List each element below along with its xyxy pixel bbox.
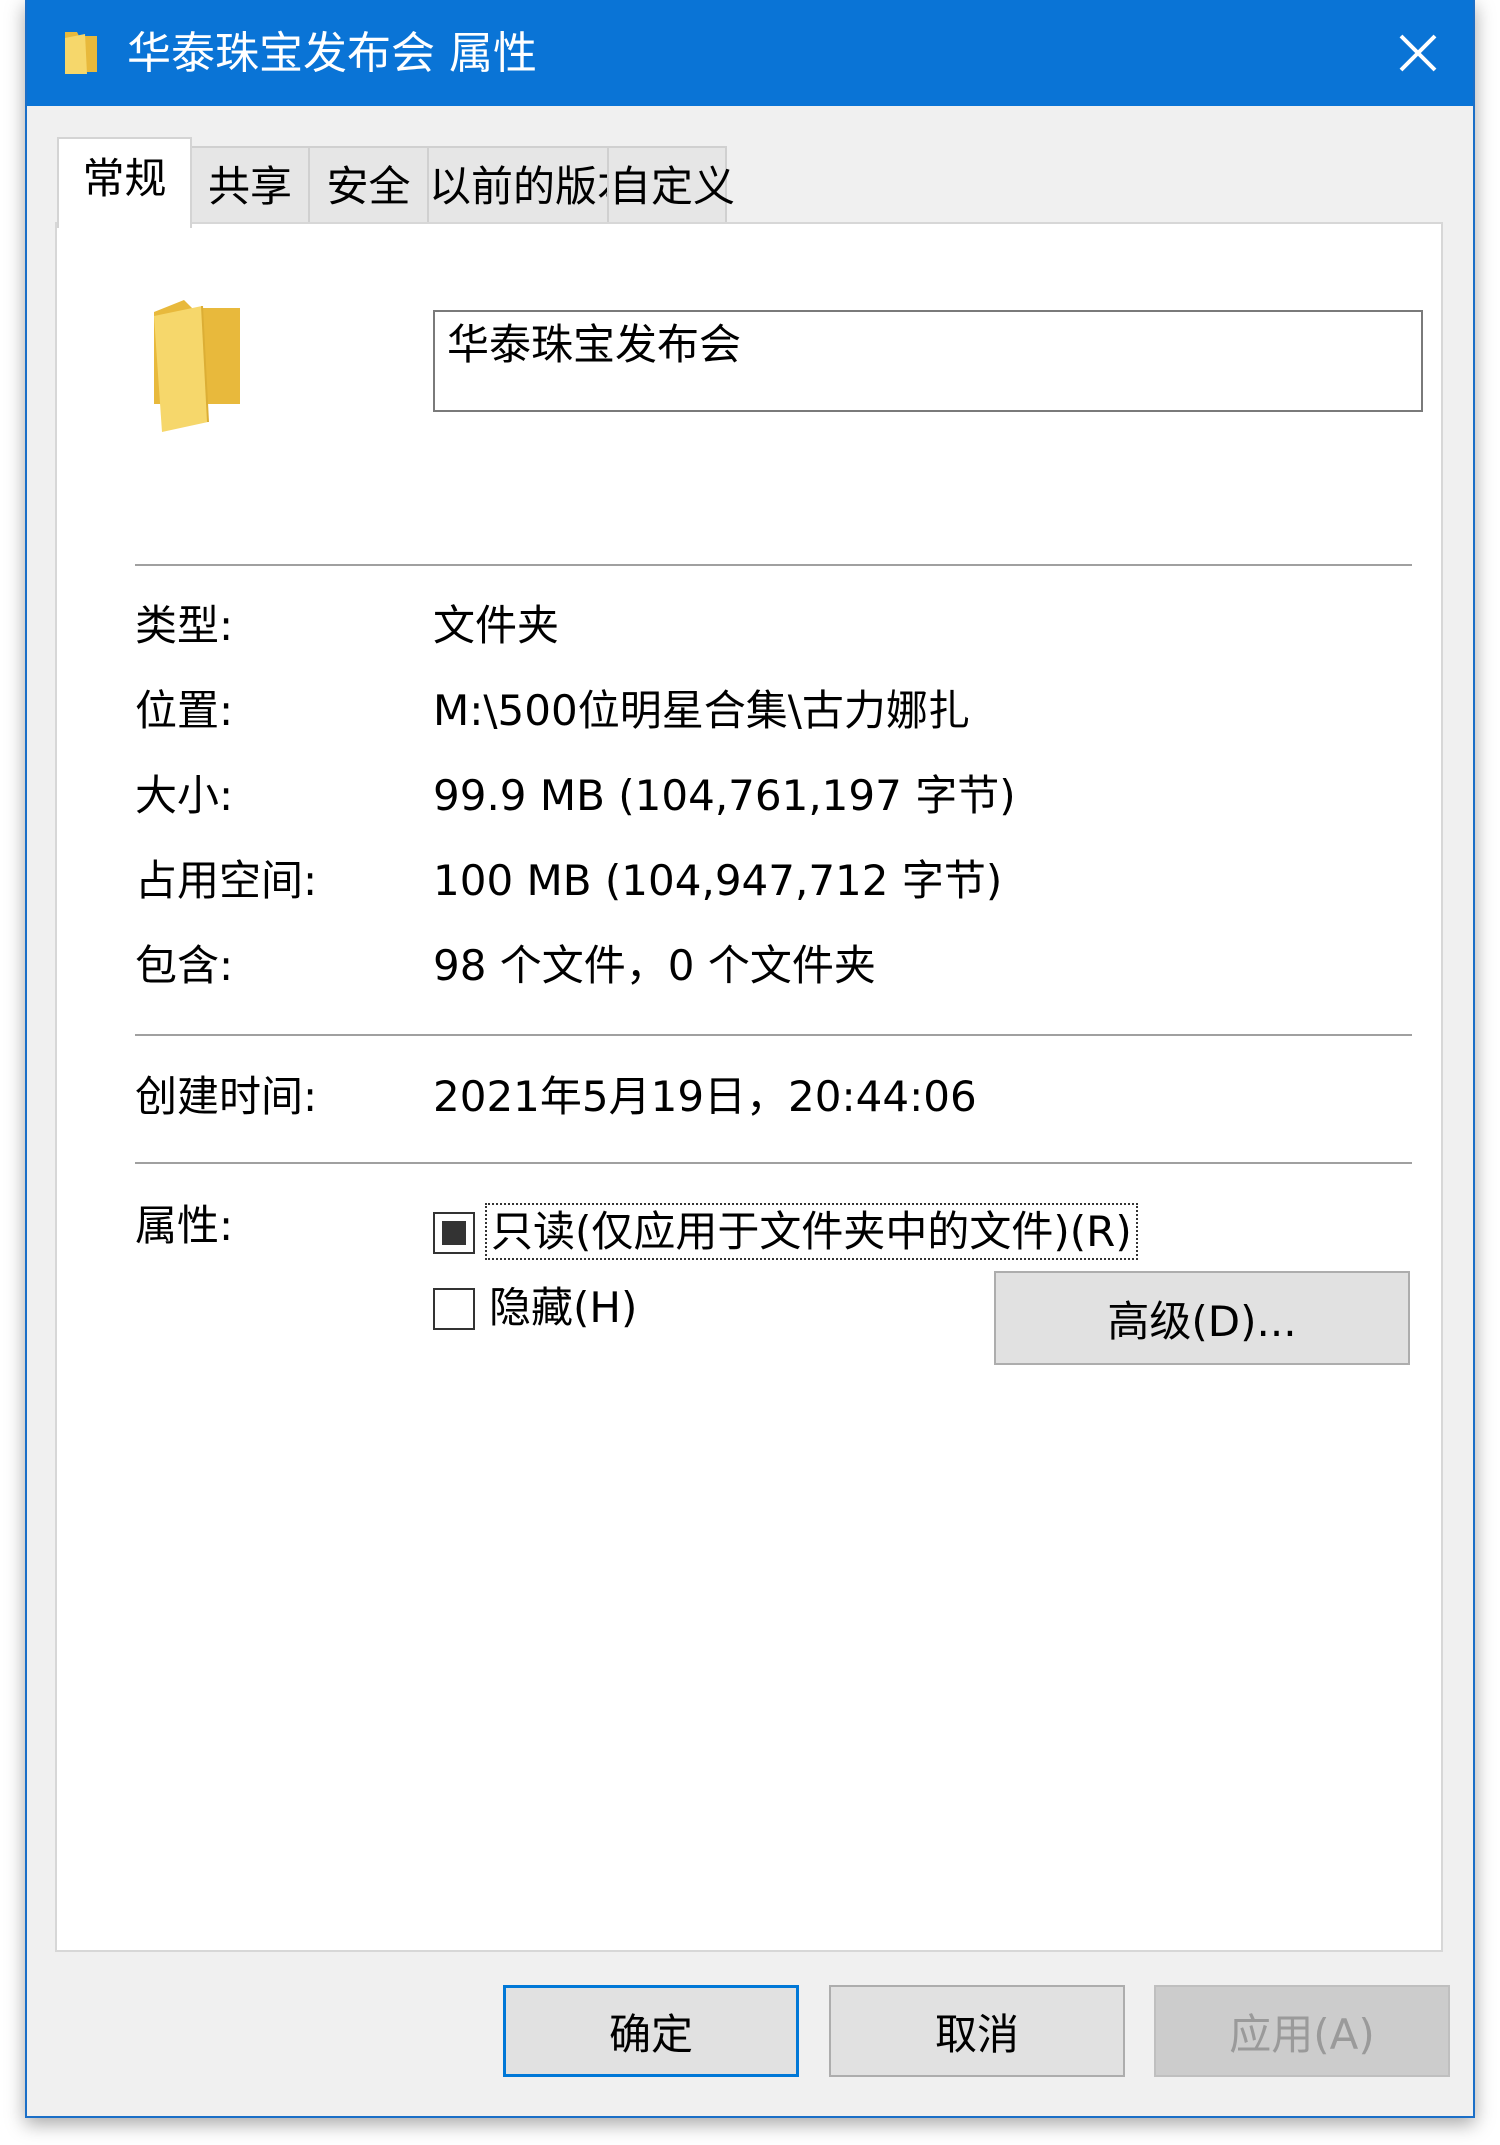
tab-previous-versions[interactable]: 以前的版本: [427, 146, 639, 224]
cancel-button[interactable]: 取消: [829, 1985, 1125, 2077]
size-value: 99.9 MB (104,761,197 字节): [433, 771, 1016, 820]
type-value: 文件夹: [433, 601, 560, 650]
tab-customize[interactable]: 自定义: [607, 146, 735, 224]
tab-security[interactable]: 安全: [308, 146, 429, 224]
close-button[interactable]: [1363, 0, 1473, 106]
ok-button[interactable]: 确定: [503, 1985, 799, 2077]
readonly-checkbox[interactable]: [433, 1212, 475, 1254]
divider: [135, 1162, 1412, 1164]
size-on-disk-label: 占用空间:: [135, 856, 318, 905]
title-bar[interactable]: 华泰珠宝发布会 属性: [27, 0, 1473, 106]
attributes-label: 属性:: [135, 1201, 234, 1250]
hidden-label[interactable]: 隐藏(H): [489, 1280, 637, 1336]
general-tab-panel: 类型: 文件夹 位置: M:\500位明星合集\古力娜扎 大小: 99.9 MB…: [55, 222, 1443, 1952]
properties-dialog: 华泰珠宝发布会 属性 常规 共享 安全 以前的版本 自定义 类型: 文件夹 位置…: [25, 0, 1475, 2118]
contains-label: 包含:: [135, 941, 234, 990]
divider: [135, 564, 1412, 566]
created-value: 2021年5月19日，20:44:06: [433, 1072, 977, 1121]
divider: [135, 1034, 1412, 1036]
size-label: 大小:: [135, 771, 234, 820]
readonly-label[interactable]: 只读(仅应用于文件夹中的文件)(R): [485, 1203, 1138, 1260]
advanced-button[interactable]: 高级(D)...: [994, 1271, 1410, 1365]
tab-sharing[interactable]: 共享: [190, 146, 310, 224]
hidden-checkbox[interactable]: [433, 1288, 475, 1330]
size-on-disk-value: 100 MB (104,947,712 字节): [433, 856, 1003, 905]
folder-large-icon: [154, 300, 240, 432]
tab-general[interactable]: 常规: [57, 137, 192, 228]
folder-name-input[interactable]: [433, 310, 1423, 412]
window-title: 华泰珠宝发布会 属性: [127, 28, 537, 79]
folder-icon: [65, 32, 97, 74]
location-label: 位置:: [135, 686, 234, 735]
contains-value: 98 个文件，0 个文件夹: [433, 941, 876, 990]
location-value: M:\500位明星合集\古力娜扎: [433, 686, 970, 735]
type-label: 类型:: [135, 601, 234, 650]
created-label: 创建时间:: [135, 1072, 318, 1121]
close-icon: [1399, 34, 1437, 72]
apply-button[interactable]: 应用(A): [1154, 1985, 1450, 2077]
